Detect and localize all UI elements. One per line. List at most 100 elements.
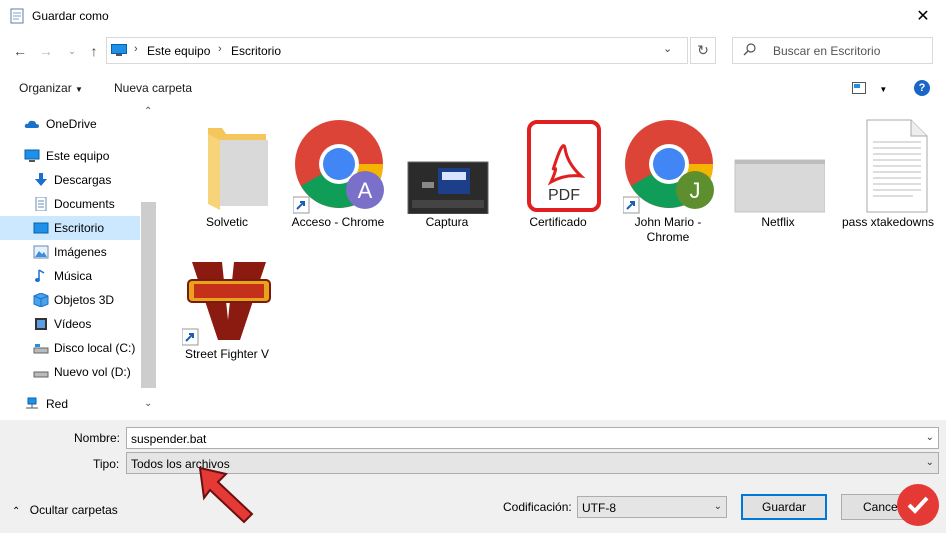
view-icon — [852, 82, 866, 94]
scrollbar-thumb[interactable] — [141, 202, 156, 388]
chevron-down-icon[interactable]: ⌄ — [926, 432, 934, 443]
notepad-icon — [10, 8, 24, 24]
breadcrumb-separator-icon: › — [218, 43, 222, 55]
network-icon — [26, 397, 38, 409]
chevron-down-icon[interactable]: ⌄ — [663, 42, 672, 55]
chrome-icon: A — [293, 120, 384, 214]
file-name-input[interactable]: suspender.bat ⌄ — [126, 427, 939, 449]
file-name: Captura — [425, 215, 469, 229]
encoding-select[interactable]: UTF-8 ⌄ — [577, 496, 727, 518]
computer-icon — [111, 44, 127, 56]
recent-locations-button[interactable]: ⌄ — [62, 40, 82, 62]
cube-icon — [33, 293, 49, 307]
view-options-button[interactable]: ▼ — [852, 82, 887, 97]
file-item-captura[interactable]: Captura — [392, 110, 502, 240]
chevron-down-icon[interactable]: ⌄ — [144, 398, 152, 409]
file-item-acceso-chrome[interactable]: A Acceso - Chrome — [283, 110, 393, 240]
search-placeholder: Buscar en Escritorio — [773, 44, 881, 58]
sidebar-item-videos[interactable]: Vídeos — [0, 312, 140, 336]
sidebar-item-documents[interactable]: Documents — [0, 192, 140, 216]
organize-button[interactable]: Organizar ▼ — [19, 81, 83, 95]
breadcrumb-escritorio[interactable]: Escritorio — [231, 44, 281, 58]
name-label: Nombre: — [74, 431, 121, 445]
question-icon: ? — [918, 82, 926, 94]
sidebar-item-red[interactable]: Red — [0, 392, 140, 416]
caret-down-icon: ▼ — [75, 85, 83, 94]
sidebar-item-este-equipo[interactable]: Este equipo — [0, 144, 140, 168]
game-icon — [182, 262, 271, 346]
search-box[interactable]: Buscar en Escritorio — [732, 37, 933, 64]
chrome-icon: J — [623, 120, 714, 214]
sidebar-item-imagenes[interactable]: Imágenes — [0, 240, 140, 264]
file-name: John Mario - Chrome — [634, 215, 702, 244]
arrow-left-icon: ← — [13, 43, 27, 59]
sidebar-item-nuevo-vol-d[interactable]: Nuevo vol (D:) — [0, 360, 140, 384]
file-item-certificado[interactable]: PDF Certificado — [503, 110, 613, 240]
window-title: Guardar como — [32, 9, 109, 23]
file-item-john-mario-chrome[interactable]: J John Mario - Chrome — [613, 110, 723, 244]
drive-icon — [33, 371, 49, 378]
address-bar[interactable]: › Este equipo › Escritorio ⌄ — [106, 37, 688, 64]
up-button[interactable]: ↑ — [84, 40, 104, 62]
file-list: Solvetic A Acceso - Chrome Captura PDF C… — [160, 104, 946, 420]
sidebar-item-objetos-3d[interactable]: Objetos 3D — [0, 288, 140, 312]
sidebar-item-musica[interactable]: Música — [0, 264, 140, 288]
sidebar-item-escritorio[interactable]: Escritorio — [0, 216, 140, 240]
file-item-solvetic[interactable]: Solvetic — [172, 110, 282, 240]
file-item-netflix[interactable]: Netflix — [723, 110, 833, 240]
desktop-icon — [33, 222, 49, 234]
text-file-icon — [866, 119, 928, 213]
help-button[interactable]: ? — [914, 80, 930, 96]
close-icon: ✕ — [916, 8, 930, 25]
refresh-button[interactable]: ↻ — [690, 37, 716, 64]
avatar-letter: J — [690, 178, 701, 203]
chevron-down-icon[interactable]: ⌄ — [714, 501, 722, 512]
chevron-up-icon: ⌃ — [12, 506, 21, 517]
arrow-right-icon: → — [39, 43, 53, 59]
music-icon — [35, 269, 45, 282]
title-bar: Guardar como ✕ — [0, 0, 946, 32]
refresh-icon: ↻ — [697, 42, 709, 58]
sidebar-item-onedrive[interactable]: OneDrive — [0, 112, 140, 136]
chevron-up-icon[interactable]: ⌃ — [144, 106, 152, 117]
computer-icon — [24, 149, 40, 162]
breadcrumb-este-equipo[interactable]: Este equipo — [147, 44, 210, 58]
avatar-letter: A — [358, 178, 373, 203]
search-icon — [743, 43, 756, 56]
back-button[interactable]: ← — [10, 40, 30, 62]
forward-button[interactable]: → — [36, 40, 56, 62]
navigation-pane: OneDrive Este equipo Descargas Documents… — [0, 104, 157, 420]
solvetic-logo-icon — [897, 484, 939, 526]
chevron-down-icon[interactable]: ⌄ — [926, 457, 934, 468]
download-icon — [35, 173, 47, 186]
file-item-pass-xtakedowns[interactable]: pass xtakedowns — [833, 110, 943, 240]
hide-folders-button[interactable]: ⌃ Ocultar carpetas — [12, 503, 118, 517]
save-options-panel: Nombre: suspender.bat ⌄ Tipo: Todos los … — [0, 420, 946, 533]
command-toolbar: Organizar ▼ Nueva carpeta ▼ ? — [0, 74, 946, 102]
new-folder-button[interactable]: Nueva carpeta — [114, 81, 192, 95]
sidebar-item-descargas[interactable]: Descargas — [0, 168, 140, 192]
document-icon — [35, 197, 47, 211]
navigation-bar: ← → ⌄ ↑ › Este equipo › Escritorio ⌄ ↻ B… — [0, 32, 946, 70]
file-name: Certificado — [529, 215, 587, 229]
caret-down-icon: ▼ — [879, 85, 888, 94]
encoding-label: Codificación: — [503, 500, 572, 514]
file-name: pass xtakedowns — [841, 215, 935, 229]
folder-icon — [734, 159, 825, 213]
pointer-arrow-icon — [198, 466, 254, 524]
image-icon — [33, 245, 49, 259]
image-thumbnail — [407, 161, 489, 214]
file-name: Acceso - Chrome — [291, 215, 385, 229]
file-name: Netflix — [761, 215, 795, 229]
svg-text:PDF: PDF — [548, 187, 580, 204]
file-item-street-fighter-v[interactable]: Street Fighter V — [172, 242, 282, 372]
cloud-icon — [24, 120, 39, 128]
sidebar-scrollbar[interactable]: ⌃ ⌄ — [141, 104, 157, 420]
drive-icon — [33, 344, 49, 354]
chevron-down-icon: ⌄ — [68, 45, 76, 56]
type-label: Tipo: — [93, 457, 120, 471]
save-button[interactable]: Guardar — [741, 494, 827, 520]
close-button[interactable]: ✕ — [900, 0, 946, 32]
breadcrumb-separator-icon: › — [134, 43, 138, 55]
sidebar-item-disco-local-c[interactable]: Disco local (C:) — [0, 336, 140, 360]
